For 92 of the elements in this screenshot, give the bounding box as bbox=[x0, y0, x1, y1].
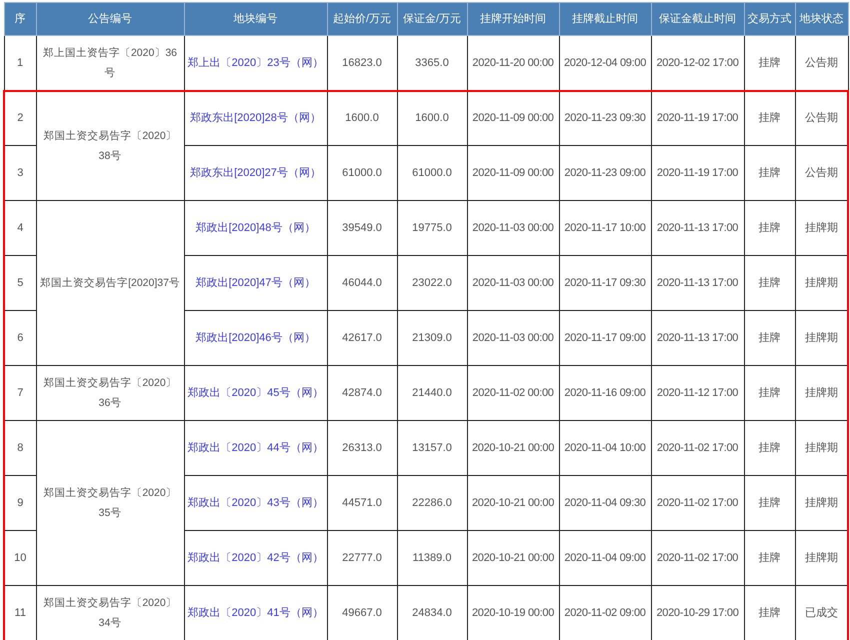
listing-end-cell: 2020-11-04 10:00 bbox=[559, 420, 651, 476]
deposit-deadline-cell: 2020-11-19 17:00 bbox=[651, 90, 744, 146]
row-number-cell: 11 bbox=[4, 586, 36, 640]
listing-end-cell: 2020-11-04 09:30 bbox=[559, 476, 651, 530]
start-price-cell: 1600.0 bbox=[327, 90, 397, 146]
listing-start-cell: 2020-10-21 00:00 bbox=[467, 420, 559, 476]
status-cell: 挂牌期 bbox=[795, 420, 848, 476]
status-cell: 挂牌期 bbox=[795, 200, 848, 256]
listing-start-cell: 2020-11-03 00:00 bbox=[467, 310, 559, 366]
row-number-cell: 6 bbox=[4, 310, 36, 366]
start-price-cell: 42874.0 bbox=[327, 366, 397, 420]
listing-start-cell: 2020-11-03 00:00 bbox=[467, 256, 559, 310]
deposit-cell: 11389.0 bbox=[397, 530, 467, 586]
row-number-cell: 8 bbox=[4, 420, 36, 476]
notice-number-cell: 郑国土资交易告字〔2020〕38号 bbox=[36, 90, 184, 200]
row-number-cell: 3 bbox=[4, 146, 36, 200]
listing-start-cell: 2020-10-21 00:00 bbox=[467, 530, 559, 586]
row-number-cell: 9 bbox=[4, 476, 36, 530]
listing-start-cell: 2020-11-03 00:00 bbox=[467, 200, 559, 256]
row-number-cell: 4 bbox=[4, 200, 36, 256]
row-number-cell: 1 bbox=[4, 36, 36, 90]
start-price-cell: 46044.0 bbox=[327, 256, 397, 310]
trade-method-cell: 挂牌 bbox=[744, 200, 795, 256]
row-number-cell: 5 bbox=[4, 256, 36, 310]
deposit-deadline-cell: 2020-11-02 17:00 bbox=[651, 476, 744, 530]
column-header: 地块编号 bbox=[184, 2, 327, 36]
column-header: 保证金截止时间 bbox=[651, 2, 744, 36]
column-header: 公告编号 bbox=[36, 2, 184, 36]
listing-start-cell: 2020-11-09 00:00 bbox=[467, 90, 559, 146]
deposit-deadline-cell: 2020-11-19 17:00 bbox=[651, 146, 744, 200]
start-price-cell: 44571.0 bbox=[327, 476, 397, 530]
deposit-deadline-cell: 2020-11-13 17:00 bbox=[651, 200, 744, 256]
parcel-link[interactable]: 郑政出[2020]48号（网） bbox=[196, 222, 316, 234]
deposit-deadline-cell: 2020-11-02 17:00 bbox=[651, 530, 744, 586]
deposit-cell: 21440.0 bbox=[397, 366, 467, 420]
column-header: 起始价/万元 bbox=[327, 2, 397, 36]
deposit-cell: 13157.0 bbox=[397, 420, 467, 476]
listing-end-cell: 2020-11-16 09:00 bbox=[559, 366, 651, 420]
listing-start-cell: 2020-11-09 00:00 bbox=[467, 146, 559, 200]
trade-method-cell: 挂牌 bbox=[744, 476, 795, 530]
trade-method-cell: 挂牌 bbox=[744, 256, 795, 310]
column-header: 序 bbox=[4, 2, 36, 36]
row-number-cell: 2 bbox=[4, 90, 36, 146]
start-price-cell: 42617.0 bbox=[327, 310, 397, 366]
status-cell: 公告期 bbox=[795, 90, 848, 146]
deposit-deadline-cell: 2020-11-13 17:00 bbox=[651, 310, 744, 366]
row-number-cell: 7 bbox=[4, 366, 36, 420]
listing-start-cell: 2020-10-21 00:00 bbox=[467, 476, 559, 530]
notice-number-cell: 郑国土资交易告字〔2020〕35号 bbox=[36, 420, 184, 586]
start-price-cell: 39549.0 bbox=[327, 200, 397, 256]
listing-end-cell: 2020-11-17 09:00 bbox=[559, 310, 651, 366]
trade-method-cell: 挂牌 bbox=[744, 146, 795, 200]
status-cell: 挂牌期 bbox=[795, 256, 848, 310]
column-header: 保证金/万元 bbox=[397, 2, 467, 36]
notice-number-cell: 郑国土资交易告字〔2020〕36号 bbox=[36, 366, 184, 420]
trade-method-cell: 挂牌 bbox=[744, 420, 795, 476]
listing-end-cell: 2020-11-23 09:00 bbox=[559, 146, 651, 200]
status-cell: 挂牌期 bbox=[795, 366, 848, 420]
deposit-deadline-cell: 2020-11-02 17:00 bbox=[651, 420, 744, 476]
deposit-cell: 61000.0 bbox=[397, 146, 467, 200]
column-header: 挂牌截止时间 bbox=[559, 2, 651, 36]
listing-end-cell: 2020-11-17 09:30 bbox=[559, 256, 651, 310]
deposit-cell: 22286.0 bbox=[397, 476, 467, 530]
listing-end-cell: 2020-11-23 09:30 bbox=[559, 90, 651, 146]
trade-method-cell: 挂牌 bbox=[744, 366, 795, 420]
status-cell: 挂牌期 bbox=[795, 530, 848, 586]
status-cell: 挂牌期 bbox=[795, 310, 848, 366]
deposit-cell: 21309.0 bbox=[397, 310, 467, 366]
deposit-cell: 19775.0 bbox=[397, 200, 467, 256]
trade-method-cell: 挂牌 bbox=[744, 530, 795, 586]
column-header: 挂牌开始时间 bbox=[467, 2, 559, 36]
status-cell: 公告期 bbox=[795, 146, 848, 200]
deposit-deadline-cell: 2020-11-12 17:00 bbox=[651, 366, 744, 420]
listing-end-cell: 2020-11-17 10:00 bbox=[559, 200, 651, 256]
start-price-cell: 26313.0 bbox=[327, 420, 397, 476]
parcel-link[interactable]: 郑政出[2020]47号（网） bbox=[196, 276, 316, 289]
column-header: 地块状态 bbox=[795, 2, 848, 36]
column-header: 交易方式 bbox=[744, 2, 795, 36]
deposit-deadline-cell: 2020-11-13 17:00 bbox=[651, 256, 744, 310]
deposit-cell: 23022.0 bbox=[397, 256, 467, 310]
start-price-cell: 61000.0 bbox=[327, 146, 397, 200]
listing-end-cell: 2020-11-04 09:00 bbox=[559, 530, 651, 586]
parcel-link[interactable]: 郑政东出[2020]28号（网） bbox=[190, 112, 321, 124]
trade-method-cell: 挂牌 bbox=[744, 310, 795, 366]
row-number-cell: 10 bbox=[4, 530, 36, 586]
trade-method-cell: 挂牌 bbox=[744, 90, 795, 146]
deposit-cell: 1600.0 bbox=[397, 90, 467, 146]
notice-number-cell: 郑国土资交易告字[2020]37号 bbox=[36, 200, 184, 366]
start-price-cell: 22777.0 bbox=[327, 530, 397, 586]
parcel-link[interactable]: 郑政出[2020]46号（网） bbox=[196, 332, 316, 344]
status-cell: 挂牌期 bbox=[795, 476, 848, 530]
listing-start-cell: 2020-11-02 00:00 bbox=[467, 366, 559, 420]
